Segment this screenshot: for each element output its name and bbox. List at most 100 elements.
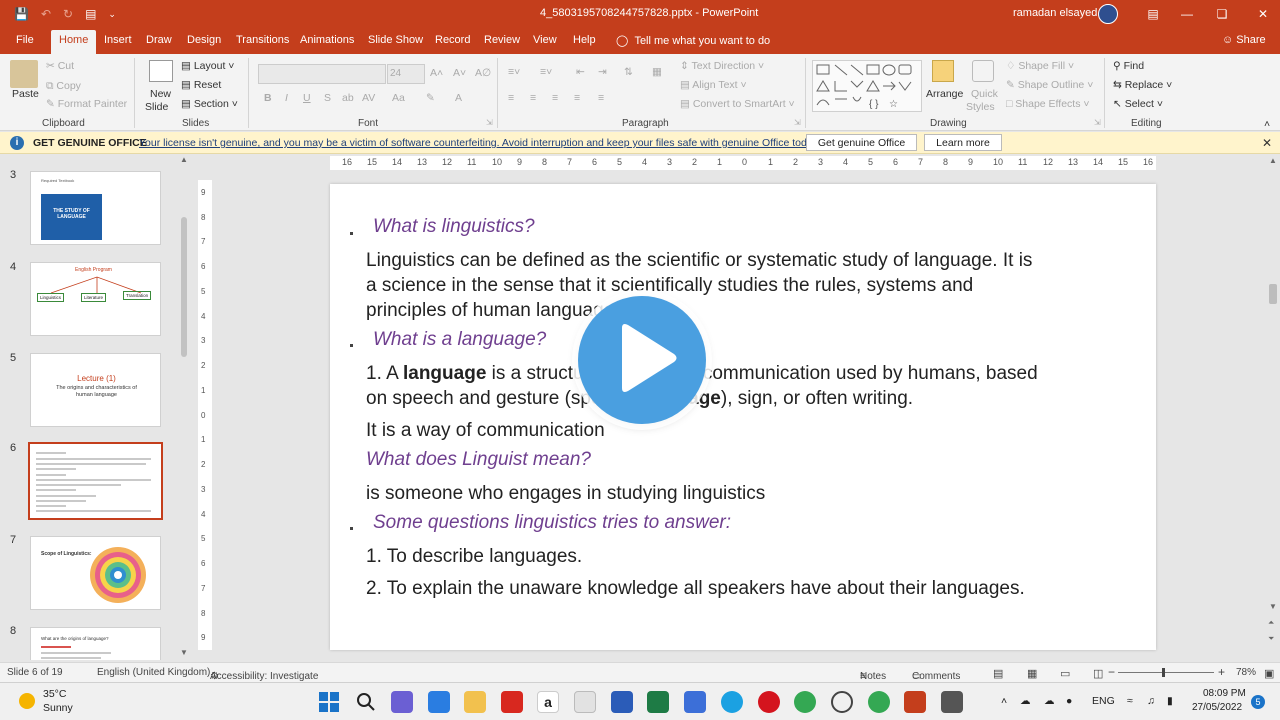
fit-to-window-icon[interactable]: ▣ <box>1264 667 1274 680</box>
align-center-icon[interactable]: ≡ <box>530 92 536 104</box>
thumbnail-scrollbar[interactable]: ▲ ▼ <box>179 155 189 660</box>
scroll-up-icon[interactable]: ▲ <box>180 155 188 164</box>
font-dialog-launcher-icon[interactable]: ⇲ <box>486 118 493 127</box>
close-icon[interactable]: ✕ <box>1262 136 1272 150</box>
close-icon[interactable]: ✕ <box>1246 0 1280 28</box>
section-button[interactable]: ▤ Section ˅ <box>181 98 238 110</box>
heading-what-is-a-language[interactable]: What is a language? <box>373 329 546 351</box>
learn-more-button[interactable]: Learn more <box>924 134 1002 151</box>
new-slide-label-1[interactable]: New <box>150 88 171 100</box>
shape-effects-button[interactable]: □ Shape Effects ˅ <box>1006 98 1090 110</box>
change-case-icon[interactable]: Aa <box>392 92 405 104</box>
slide-canvas[interactable]: What is linguistics? Linguistics can be … <box>330 184 1156 650</box>
tray-overflow-icon[interactable]: ˄ <box>1001 695 1007 707</box>
paragraph-line[interactable]: 1. To describe languages. <box>366 544 582 569</box>
italic-icon[interactable]: I <box>285 92 288 104</box>
user-name[interactable]: ramadan elsayed <box>1013 7 1097 19</box>
file-explorer-icon[interactable] <box>464 691 486 713</box>
strikethrough-icon[interactable]: ab <box>342 92 354 104</box>
slide-thumbnail-7[interactable]: Scope of Linguistics: <box>30 536 161 610</box>
slide-thumbnail-4[interactable]: English Program Linguistics Literature T… <box>30 262 161 336</box>
bullets-icon[interactable]: ≡˅ <box>508 66 520 78</box>
amazon-icon[interactable]: a <box>537 691 559 713</box>
increase-indent-icon[interactable]: ⇥ <box>598 66 607 78</box>
share-button[interactable]: ☺ Share <box>1222 34 1266 46</box>
shadow-icon[interactable]: S <box>324 92 331 104</box>
tab-home[interactable]: Home <box>51 30 97 54</box>
align-text-button[interactable]: ▤ Align Text ˅ <box>680 79 747 91</box>
tab-draw[interactable]: Draw <box>146 34 172 46</box>
paragraph-dialog-launcher-icon[interactable]: ⇲ <box>794 118 801 127</box>
cut-button[interactable]: ✂ Cut <box>46 60 74 72</box>
word-icon[interactable] <box>611 691 633 713</box>
zoom-in-icon[interactable]: + <box>1218 665 1225 679</box>
scroll-thumb[interactable] <box>1269 284 1277 304</box>
notification-badge[interactable]: 5 <box>1251 695 1265 709</box>
sun-icon[interactable] <box>19 693 35 709</box>
onedrive-icon[interactable]: ☁ <box>1044 695 1055 707</box>
paste-icon[interactable] <box>10 60 38 88</box>
dropbox-icon[interactable] <box>428 691 450 713</box>
drawing-dialog-launcher-icon[interactable]: ⇲ <box>1094 118 1101 127</box>
heading-what-is-linguistics[interactable]: What is linguistics? <box>373 216 535 238</box>
tab-file[interactable]: File <box>16 34 34 46</box>
grow-font-icon[interactable]: A˄ <box>430 67 443 79</box>
scroll-thumb[interactable] <box>181 217 187 357</box>
customize-qat-icon[interactable]: ⌄ <box>108 9 116 20</box>
wifi-icon[interactable]: ≈ <box>1127 695 1133 707</box>
clock-time[interactable]: 08:09 PM <box>1203 688 1246 699</box>
tab-design[interactable]: Design <box>187 34 221 46</box>
copy-button[interactable]: ⧉ Copy <box>46 80 81 93</box>
quick-styles-label-1[interactable]: Quick <box>971 88 998 100</box>
warning-text-link[interactable]: Your license isn't genuine, and you may … <box>139 137 820 149</box>
edge-icon[interactable] <box>721 691 743 713</box>
reset-button[interactable]: ▤ Reset <box>181 79 221 91</box>
heading-questions[interactable]: Some questions linguistics tries to answ… <box>373 512 731 534</box>
store-icon[interactable] <box>574 691 596 713</box>
find-button[interactable]: ⚲ Find <box>1113 60 1144 72</box>
new-slide-label-2[interactable]: Slide <box>145 101 168 113</box>
align-right-icon[interactable]: ≡ <box>552 92 558 104</box>
maximize-icon[interactable]: ❏ <box>1205 0 1239 28</box>
windows-start-icon[interactable] <box>318 691 340 713</box>
arrange-button[interactable]: Arrange <box>926 88 963 100</box>
clear-format-icon[interactable]: A∅ <box>475 67 491 79</box>
smartart-button[interactable]: ▤ Convert to SmartArt ˅ <box>680 98 795 110</box>
clock-date[interactable]: 27/05/2022 <box>1192 702 1242 713</box>
volume-icon[interactable]: ♫ <box>1147 695 1155 707</box>
tab-slide-show[interactable]: Slide Show <box>368 34 423 46</box>
text-direction-button[interactable]: ⇕ Text Direction ˅ <box>680 60 764 72</box>
paragraph-line[interactable]: a science in the sense that it scientifi… <box>366 273 973 298</box>
cloud-icon[interactable]: ☁ <box>1020 695 1031 707</box>
paragraph-line[interactable]: 2. To explain the unaware knowledge all … <box>366 576 1025 601</box>
zoom-out-icon[interactable]: − <box>1108 665 1115 679</box>
scroll-up-icon[interactable]: ▲ <box>1269 156 1277 165</box>
paragraph-line[interactable]: is someone who engages in studying lingu… <box>366 481 765 506</box>
shrink-font-icon[interactable]: A˅ <box>453 67 466 79</box>
tab-insert[interactable]: Insert <box>104 34 132 46</box>
heading-linguist-meaning[interactable]: What does Linguist mean? <box>366 449 591 471</box>
distributed-icon[interactable]: ≡ <box>598 92 604 104</box>
previous-slide-icon[interactable]: ⏶ <box>1268 618 1274 628</box>
shape-outline-button[interactable]: ✎ Shape Outline ˅ <box>1006 79 1093 91</box>
video-play-button[interactable] <box>578 296 706 424</box>
slide-thumbnail-8[interactable]: What are the origins of language? <box>30 627 161 660</box>
replace-button[interactable]: ⇆ Replace ˅ <box>1113 79 1172 91</box>
underline-icon[interactable]: U <box>303 92 311 104</box>
new-slide-icon[interactable] <box>149 60 173 82</box>
powerpoint-icon[interactable] <box>904 691 926 713</box>
scroll-down-icon[interactable]: ▼ <box>180 648 188 657</box>
tab-transitions[interactable]: Transitions <box>236 34 289 46</box>
arrange-icon[interactable] <box>932 60 954 82</box>
reading-view-icon[interactable]: ▭ <box>1060 667 1070 680</box>
slide-thumbnail-5[interactable]: Lecture (1) The origins and characterist… <box>30 353 161 427</box>
paragraph-line[interactable]: Linguistics can be defined as the scient… <box>366 248 1032 273</box>
columns-icon[interactable]: ▦ <box>652 66 662 78</box>
scroll-down-icon[interactable]: ▼ <box>1269 602 1277 611</box>
excel-icon[interactable] <box>647 691 669 713</box>
shape-fill-button[interactable]: ♢ Shape Fill ˅ <box>1006 60 1074 72</box>
font-family-select[interactable] <box>258 64 386 84</box>
app-icon[interactable] <box>831 691 853 713</box>
format-painter-button[interactable]: ✎ Format Painter <box>46 98 127 110</box>
tell-me-search[interactable]: ◯ Tell me what you want to do <box>616 34 770 47</box>
